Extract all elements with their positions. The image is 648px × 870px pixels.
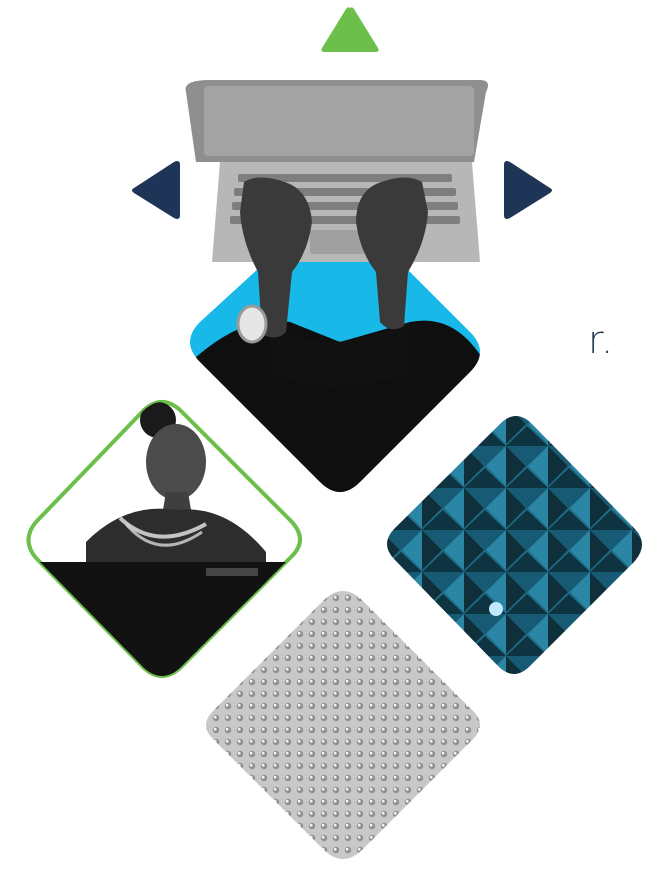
triangle-up-icon [318, 4, 382, 56]
headline-fragment: r. [588, 318, 615, 362]
triangle-left-icon [128, 158, 184, 222]
dotted-texture-tile [198, 580, 488, 870]
triangle-right-icon [500, 158, 556, 222]
